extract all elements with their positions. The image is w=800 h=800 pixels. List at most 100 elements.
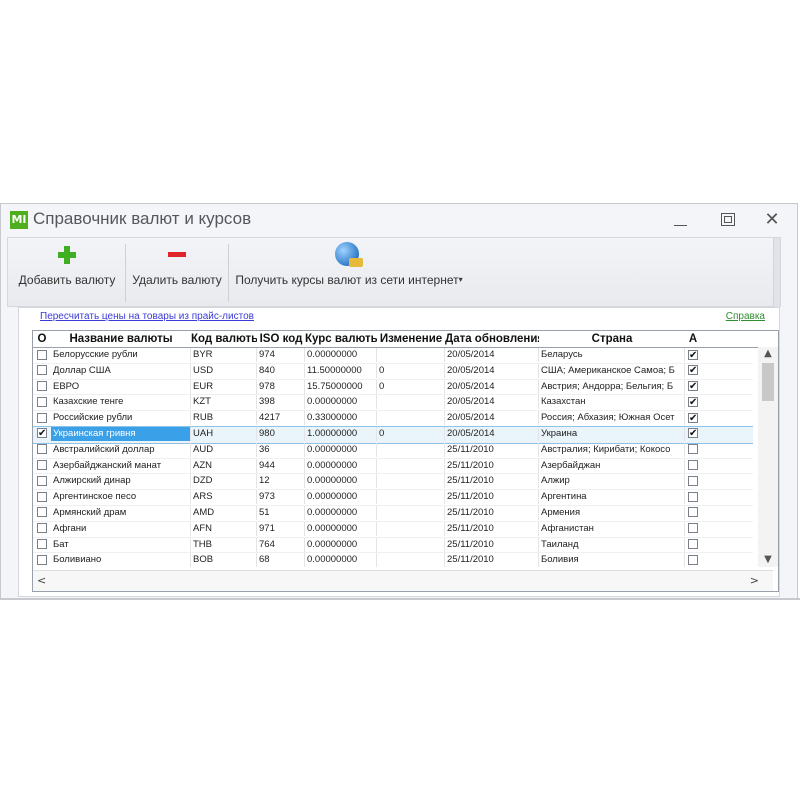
cell-name[interactable]: Украинская гривня bbox=[51, 426, 191, 441]
row-a-checkbox[interactable] bbox=[688, 475, 698, 486]
row-a-checkbox[interactable] bbox=[688, 539, 698, 550]
cell-rate[interactable]: 0.00000000 bbox=[305, 553, 377, 567]
cell-rate[interactable]: 1.00000000 bbox=[305, 426, 377, 441]
chevron-down-icon[interactable]: ▾ bbox=[459, 275, 463, 284]
cell-country[interactable]: Австралия; Кирибати; Кокосо bbox=[539, 442, 685, 457]
table-row[interactable]: Австралийский доллар AUD 36 0.00000000 25/11… bbox=[33, 442, 753, 459]
cell-name[interactable]: Афгани bbox=[51, 521, 191, 536]
row-o-checkbox[interactable] bbox=[37, 381, 47, 392]
toolbar-grip[interactable] bbox=[773, 238, 780, 308]
cell-change[interactable] bbox=[377, 474, 445, 489]
cell-date[interactable]: 25/11/2010 bbox=[445, 553, 539, 567]
cell-date[interactable]: 20/05/2014 bbox=[445, 379, 539, 394]
table-row[interactable]: Боливиано BOB 68 0.00000000 25/11/2010 Боливи… bbox=[33, 553, 753, 567]
cell-rate[interactable]: 0.00000000 bbox=[305, 458, 377, 473]
cell-change[interactable] bbox=[377, 553, 445, 567]
cell-country[interactable]: Боливия bbox=[539, 553, 685, 567]
column-header-name[interactable]: Название валюты bbox=[51, 331, 191, 347]
cell-rate[interactable]: 0.00000000 bbox=[305, 348, 377, 362]
row-o-checkbox[interactable] bbox=[37, 365, 47, 376]
table-row[interactable]: Казахские тенге KZT 398 0.00000000 20/05/201… bbox=[33, 395, 753, 412]
add-currency-button[interactable]: Добавить валюту bbox=[12, 238, 122, 308]
cell-country[interactable]: Алжир bbox=[539, 474, 685, 489]
cell-change[interactable]: 0 bbox=[377, 379, 445, 394]
cell-rate[interactable]: 11.50000000 bbox=[305, 363, 377, 378]
title-bar[interactable]: MI Справочник валют и курсов ✕ bbox=[1, 204, 797, 236]
row-a-checkbox[interactable] bbox=[688, 554, 698, 565]
cell-iso[interactable]: 12 bbox=[257, 474, 305, 489]
row-o-checkbox[interactable] bbox=[37, 444, 47, 455]
table-row[interactable]: Афгани AFN 971 0.00000000 25/11/2010 Афганист… bbox=[33, 521, 753, 538]
cell-change[interactable] bbox=[377, 458, 445, 473]
column-header-date[interactable]: Дата обновления bbox=[445, 331, 539, 347]
cell-name[interactable]: Алжирский динар bbox=[51, 474, 191, 489]
cell-name[interactable]: Австралийский доллар bbox=[51, 442, 191, 457]
row-a-checkbox[interactable]: ✔ bbox=[688, 381, 698, 392]
cell-name[interactable]: Доллар США bbox=[51, 363, 191, 378]
row-o-checkbox[interactable] bbox=[37, 507, 47, 518]
cell-date[interactable]: 25/11/2010 bbox=[445, 490, 539, 505]
cell-rate[interactable]: 0.00000000 bbox=[305, 521, 377, 536]
cell-code[interactable]: RUB bbox=[191, 411, 257, 426]
row-a-checkbox[interactable] bbox=[688, 460, 698, 471]
cell-iso[interactable]: 978 bbox=[257, 379, 305, 394]
cell-code[interactable]: USD bbox=[191, 363, 257, 378]
cell-code[interactable]: DZD bbox=[191, 474, 257, 489]
table-row[interactable]: ЕВРО EUR 978 15.75000000 0 20/05/2014 Австрия;… bbox=[33, 379, 753, 396]
row-o-checkbox[interactable] bbox=[37, 460, 47, 471]
cell-code[interactable]: BOB bbox=[191, 553, 257, 567]
cell-iso[interactable]: 974 bbox=[257, 348, 305, 362]
minimize-button[interactable] bbox=[665, 208, 695, 232]
table-row[interactable]: Бат THB 764 0.00000000 25/11/2010 Таиланд bbox=[33, 537, 753, 554]
cell-name[interactable]: Боливиано bbox=[51, 553, 191, 567]
cell-country[interactable]: Казахстан bbox=[539, 395, 685, 410]
cell-change[interactable] bbox=[377, 395, 445, 410]
cell-code[interactable]: EUR bbox=[191, 379, 257, 394]
scroll-down-icon[interactable]: ▼ bbox=[758, 553, 778, 567]
column-header-a[interactable]: А bbox=[685, 331, 701, 347]
cell-country[interactable]: Аргентина bbox=[539, 490, 685, 505]
help-link[interactable]: Справка bbox=[726, 311, 765, 322]
cell-country[interactable]: США; Американское Самоа; Б bbox=[539, 363, 685, 378]
table-row[interactable]: Армянский драм AMD 51 0.00000000 25/11/2010 А… bbox=[33, 505, 753, 522]
column-header-rate[interactable]: Курс валюты bbox=[305, 331, 377, 347]
row-a-checkbox[interactable] bbox=[688, 444, 698, 455]
table-row[interactable]: ✔ Украинская гривня UAH 980 1.00000000 0 20/05… bbox=[33, 425, 753, 444]
row-o-checkbox[interactable] bbox=[37, 539, 47, 550]
close-button[interactable]: ✕ bbox=[757, 208, 787, 232]
cell-iso[interactable]: 4217 bbox=[257, 411, 305, 426]
column-header-change[interactable]: Изменение bbox=[377, 331, 445, 347]
row-o-checkbox[interactable] bbox=[37, 396, 47, 407]
cell-iso[interactable]: 980 bbox=[257, 426, 305, 441]
cell-country[interactable]: Россия; Абхазия; Южная Осет bbox=[539, 411, 685, 426]
table-row[interactable]: Белорусские рубли BYR 974 0.00000000 20/05/2… bbox=[33, 348, 753, 364]
cell-code[interactable]: BYR bbox=[191, 348, 257, 362]
cell-date[interactable]: 20/05/2014 bbox=[445, 395, 539, 410]
scroll-right-icon[interactable]: > bbox=[750, 574, 759, 587]
cell-name[interactable]: Азербайджанский манат bbox=[51, 458, 191, 473]
row-a-checkbox[interactable]: ✔ bbox=[688, 396, 698, 407]
cell-rate[interactable]: 0.00000000 bbox=[305, 537, 377, 552]
delete-currency-button[interactable]: Удалить валюту bbox=[128, 238, 226, 308]
cell-change[interactable] bbox=[377, 442, 445, 457]
cell-code[interactable]: ARS bbox=[191, 490, 257, 505]
row-a-checkbox[interactable] bbox=[688, 523, 698, 534]
cell-code[interactable]: AZN bbox=[191, 458, 257, 473]
cell-country[interactable]: Беларусь bbox=[539, 348, 685, 362]
cell-code[interactable]: AFN bbox=[191, 521, 257, 536]
table-row[interactable]: Алжирский динар DZD 12 0.00000000 25/11/2010… bbox=[33, 474, 753, 491]
cell-change[interactable]: 0 bbox=[377, 363, 445, 378]
fetch-rates-button[interactable]: Получить курсы валют из сети интернет▾ bbox=[232, 238, 466, 308]
cell-change[interactable]: 0 bbox=[377, 426, 445, 441]
cell-country[interactable]: Украина bbox=[539, 426, 685, 441]
cell-iso[interactable]: 944 bbox=[257, 458, 305, 473]
cell-code[interactable]: AMD bbox=[191, 505, 257, 520]
row-a-checkbox[interactable]: ✔ bbox=[688, 412, 698, 423]
cell-iso[interactable]: 971 bbox=[257, 521, 305, 536]
cell-name[interactable]: Российские рубли bbox=[51, 411, 191, 426]
column-header-iso[interactable]: ISO код bbox=[257, 331, 305, 347]
cell-rate[interactable]: 0.00000000 bbox=[305, 490, 377, 505]
cell-country[interactable]: Таиланд bbox=[539, 537, 685, 552]
cell-change[interactable] bbox=[377, 521, 445, 536]
cell-change[interactable] bbox=[377, 411, 445, 426]
